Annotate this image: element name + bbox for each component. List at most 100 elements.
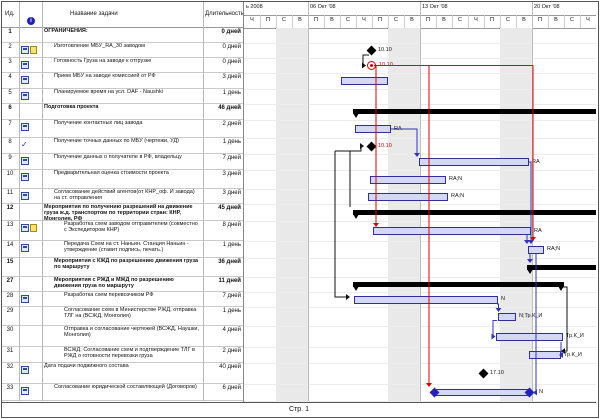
- task-id-cell[interactable]: 29: [2, 308, 18, 314]
- task-duration-cell[interactable]: 7 дней: [205, 155, 241, 161]
- milestone-diamond-task-2[interactable]: [366, 46, 376, 56]
- task-duration-cell[interactable]: 3 дней: [205, 190, 241, 196]
- task-name-cell[interactable]: Мероприятия с КЖД по разрешению движения…: [54, 259, 201, 271]
- indicator-cell: [21, 242, 41, 258]
- day-letter: Ч: [580, 17, 596, 23]
- task-name-cell[interactable]: Передача Схем на ст. Наньин. Станция Нан…: [64, 242, 201, 254]
- task-name-cell[interactable]: Прием МБУ на заводе комиссией от РФ: [54, 74, 201, 80]
- task-name-cell[interactable]: Получение данных о получателе в РФ, влад…: [54, 155, 201, 161]
- task-duration-cell[interactable]: 36 дней: [205, 259, 241, 265]
- gantt-bar-task-30[interactable]: [496, 333, 563, 341]
- gantt-summary-bar-task-12[interactable]: [353, 210, 596, 215]
- task-id-cell[interactable]: 31: [2, 348, 18, 354]
- task-id-cell[interactable]: 2: [2, 44, 18, 50]
- bar-label: 10.10: [379, 62, 393, 68]
- task-duration-cell[interactable]: 7 дней: [205, 293, 241, 299]
- task-id-cell[interactable]: 33: [2, 385, 18, 391]
- task-id-cell[interactable]: 12: [2, 205, 18, 211]
- task-id-cell[interactable]: 1: [2, 29, 18, 35]
- gantt-bar-task-10[interactable]: [370, 176, 446, 184]
- task-name-cell[interactable]: Разработка схем заводом отправителем (со…: [64, 222, 201, 234]
- task-id-cell[interactable]: 11: [2, 190, 18, 196]
- indicator-cell: [21, 278, 41, 292]
- task-id-cell[interactable]: 6: [2, 105, 18, 111]
- gantt-bar-task-14[interactable]: [528, 246, 544, 254]
- indicator-cell: [21, 44, 41, 58]
- task-name-cell[interactable]: Мероприятия по получению разрешений на д…: [44, 205, 201, 222]
- task-duration-cell[interactable]: 2 дней: [205, 121, 241, 127]
- gantt-summary-bar-task-6[interactable]: [353, 109, 596, 114]
- task-name-cell[interactable]: Мероприятия с РЖД и МЖД по разрешению дв…: [54, 278, 201, 290]
- task-duration-cell[interactable]: 1 день: [205, 308, 241, 314]
- task-duration-cell[interactable]: 4 дней: [205, 327, 241, 333]
- task-name-cell[interactable]: ОГРАНИЧЕНИЯ:: [44, 29, 201, 35]
- task-duration-cell[interactable]: 2 дней: [205, 348, 241, 354]
- task-name-cell[interactable]: Получение точных данных по МБУ (чертежи,…: [54, 139, 201, 145]
- task-name-cell[interactable]: Разработка схем перевозчиком РФ: [64, 293, 201, 299]
- task-id-cell[interactable]: 7: [2, 121, 18, 127]
- indicator-cell: [21, 259, 41, 277]
- task-name-cell[interactable]: Изготовление МБУ_RA_30 заводом: [54, 44, 201, 50]
- task-duration-cell[interactable]: 40 дней: [205, 364, 241, 370]
- task-duration-cell[interactable]: 6 дней: [205, 385, 241, 391]
- task-duration-cell[interactable]: 45 дней: [205, 205, 241, 211]
- task-id-cell[interactable]: 9: [2, 155, 18, 161]
- task-duration-cell[interactable]: 3 дней: [205, 74, 241, 80]
- gantt-bar-task-13[interactable]: [373, 227, 531, 235]
- gantt-summary-bar-task-15[interactable]: [527, 265, 596, 270]
- task-row-3: 3 Готовность Груза на заводе к отгрузке 0 …: [2, 58, 243, 73]
- task-name-cell[interactable]: Дата подачи подвижного состава: [44, 364, 201, 370]
- task-id-cell[interactable]: 30: [2, 327, 18, 333]
- milestone-diamond-task-8[interactable]: [366, 141, 376, 151]
- column-header-task[interactable]: Название задачи: [70, 11, 118, 17]
- gantt-bar-task-29[interactable]: [498, 313, 516, 321]
- task-id-cell[interactable]: 8: [2, 139, 18, 145]
- task-name-cell[interactable]: ВСЖД: Согласование схем и подтверждение …: [64, 348, 201, 360]
- task-id-cell[interactable]: 5: [2, 90, 18, 96]
- task-id-cell[interactable]: 13: [2, 222, 18, 228]
- task-id-cell[interactable]: 14: [2, 242, 18, 248]
- gantt-bar-task-9[interactable]: [419, 158, 529, 166]
- task-name-cell[interactable]: Планируемое время на усл. DAF - Naushki: [54, 90, 201, 96]
- task-name-cell[interactable]: Согласование юридической составляющей (Д…: [54, 385, 201, 391]
- week-label: 13 Окт '08: [422, 4, 448, 10]
- column-header-id[interactable]: Ид.: [5, 11, 14, 17]
- task-duration-cell[interactable]: 1 день: [205, 90, 241, 96]
- task-name-cell[interactable]: Получение контактных лиц завода: [54, 121, 201, 127]
- indicator-cell: [21, 364, 41, 384]
- gantt-bar-task-11[interactable]: [368, 193, 448, 201]
- task-duration-cell[interactable]: 8 дней: [205, 222, 241, 228]
- gantt-bar-task-33[interactable]: [434, 389, 529, 396]
- task-id-cell[interactable]: 10: [2, 171, 18, 177]
- column-header-duration[interactable]: Длительность: [205, 11, 244, 17]
- task-name-cell[interactable]: Предварительная оценка стоимости проекта: [54, 171, 201, 177]
- task-row-6: 6 Подготовка проекта 46 дней: [2, 104, 243, 120]
- gantt-bar-task-4[interactable]: [341, 77, 388, 85]
- task-duration-cell[interactable]: 1 день: [205, 242, 241, 248]
- task-id-cell[interactable]: 28: [2, 293, 18, 299]
- task-name-cell[interactable]: Согласование действий агентов(от КНР_оф.…: [54, 190, 201, 202]
- task-name-cell[interactable]: Согласование схем в Министерстве РЖД, от…: [64, 308, 201, 320]
- task-id-cell[interactable]: 4: [2, 74, 18, 80]
- gantt-bar-task-28[interactable]: [354, 296, 498, 304]
- task-duration-cell[interactable]: 11 дней: [205, 278, 241, 284]
- info-icon[interactable]: i: [27, 17, 35, 25]
- indicator-cell: [21, 385, 41, 401]
- gantt-summary-bar-task-27[interactable]: [353, 282, 564, 287]
- task-duration-cell[interactable]: 0 дней: [205, 59, 241, 65]
- gantt-bar-task-31[interactable]: [529, 351, 561, 359]
- task-id-cell[interactable]: 3: [2, 59, 18, 65]
- task-id-cell[interactable]: 15: [2, 259, 18, 265]
- task-id-cell[interactable]: 27: [2, 278, 18, 284]
- task-name-cell[interactable]: Готовность Груза на заводе к отгрузке: [54, 59, 201, 65]
- task-name-cell[interactable]: Подготовка проекта: [44, 105, 201, 111]
- milestone-diamond-task-32[interactable]: [478, 369, 488, 379]
- gantt-bar-task-7[interactable]: [355, 125, 391, 133]
- task-id-cell[interactable]: 32: [2, 364, 18, 370]
- task-duration-cell[interactable]: 46 дней: [205, 105, 241, 111]
- task-name-cell[interactable]: Отправка и согласование чертежей (ВСЖД, …: [64, 327, 201, 339]
- task-duration-cell[interactable]: 3 дней: [205, 171, 241, 177]
- task-duration-cell[interactable]: 0 дней: [205, 29, 241, 35]
- task-duration-cell[interactable]: 1 день: [205, 139, 241, 145]
- task-duration-cell[interactable]: 0 дней: [205, 44, 241, 50]
